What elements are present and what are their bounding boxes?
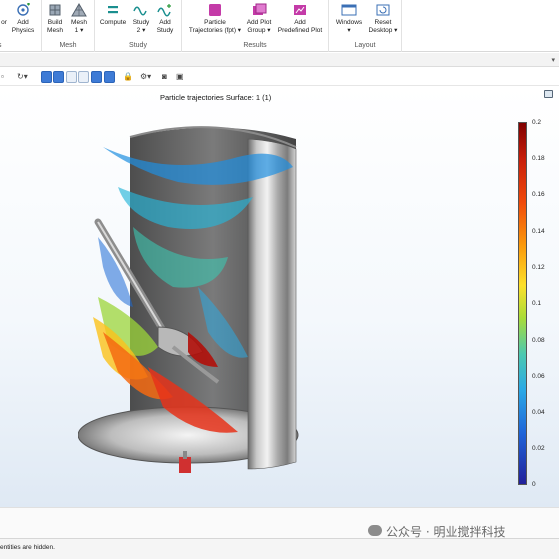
build-mesh-icon xyxy=(49,4,61,16)
reset-label-2: Desktop ▾ xyxy=(368,26,398,34)
group-label-mesh: Mesh xyxy=(59,42,77,49)
graphics-toolbar: ▫ ↻▾ 🔒 ⚙▾ ◙ ▣ xyxy=(0,68,559,86)
build-mesh-button[interactable]: Build Mesh xyxy=(45,3,65,34)
build-mesh-label-1: Build xyxy=(47,19,63,26)
apg-label-1: Add Plot xyxy=(246,19,272,26)
rotate-left-icon[interactable]: ▫ xyxy=(1,71,4,83)
lock-icon[interactable]: 🔒 xyxy=(123,71,133,83)
study-wave-icon xyxy=(133,6,147,16)
app-label-2: Predefined Plot xyxy=(277,26,323,34)
group-label-study: Study xyxy=(129,42,147,49)
add-physics-button[interactable]: Add Physics xyxy=(11,3,35,34)
ribbon-group-study: Compute Study 2 ▾ Add Study Study xyxy=(95,0,182,52)
image-snapshot-icon[interactable]: ▣ xyxy=(176,71,184,83)
build-mesh-label-2: Mesh xyxy=(47,26,63,34)
ribbon-group-physics: or s Add Physics xyxy=(0,0,42,52)
app-label-1: Add xyxy=(294,19,306,26)
chevron-down-icon[interactable]: ▾ xyxy=(551,56,555,64)
ribbon-group-results: Particle Trajectories (fpt) ▾ Add Plot G… xyxy=(182,0,329,52)
reset-desktop-button[interactable]: Reset Desktop ▾ xyxy=(367,3,399,34)
apg-label-2: Group ▾ xyxy=(247,26,271,34)
status-bar: entities are hidden. xyxy=(0,538,559,559)
mesh-triangle-icon xyxy=(71,3,87,17)
colorbar-tick: 0.02 xyxy=(532,445,545,452)
colorbar-tick: 0.08 xyxy=(532,337,545,344)
add-physics-icon xyxy=(17,3,30,16)
view-toggle-5[interactable] xyxy=(91,71,102,83)
partial-label: or xyxy=(1,19,7,26)
mesh1-button[interactable]: Mesh 1 ▾ xyxy=(69,3,89,34)
colorbar-tick: 0.12 xyxy=(532,264,545,271)
add-physics-label: Add Physics xyxy=(11,19,35,34)
reset-desktop-icon xyxy=(376,4,390,16)
view-button-3[interactable] xyxy=(66,71,77,83)
study2-label-2: 2 ▾ xyxy=(136,26,146,34)
camera-icon[interactable]: ◙ xyxy=(162,71,167,83)
graphics-window[interactable]: Particle trajectories Surface: 1 (1) 0.2… xyxy=(0,87,559,507)
reset-label-1: Reset xyxy=(374,19,392,26)
add-plot-group-icon xyxy=(253,3,267,15)
redo-icon[interactable]: ↻▾ xyxy=(17,71,28,83)
group-label-results: Results xyxy=(243,42,267,49)
add-predefined-plot-icon xyxy=(294,5,306,15)
colorbar-tick: 0.2 xyxy=(532,119,542,126)
group-label-layout: Layout xyxy=(354,42,376,49)
mesh1-label-2: 1 ▾ xyxy=(74,26,84,34)
view-toggle-1[interactable] xyxy=(41,71,52,83)
colorbar-tick: 0.18 xyxy=(532,155,545,162)
windows-icon xyxy=(341,4,357,16)
study2-label-1: Study xyxy=(132,19,150,26)
mixing-tank-render xyxy=(78,126,299,473)
add-plot-group-button[interactable]: Add Plot Group ▾ xyxy=(245,3,273,34)
add-study-label-1: Add xyxy=(159,19,171,26)
wechat-icon xyxy=(368,525,382,536)
add-study-label-2: Study xyxy=(156,26,174,34)
pt-label-1: Particle xyxy=(204,19,226,26)
add-predefined-plot-button[interactable]: Add Predefined Plot xyxy=(277,3,323,34)
pt-label-2: Trajectories (fpt) ▾ xyxy=(188,26,242,34)
print-icon[interactable] xyxy=(544,90,553,98)
windows-label-2: ▾ xyxy=(347,26,351,34)
colorbar-tick: 0 xyxy=(532,481,536,488)
study2-button[interactable]: Study 2 ▾ xyxy=(131,3,151,34)
windows-label-1: Windows xyxy=(335,19,363,26)
colorbar-tick: 0.04 xyxy=(532,409,545,416)
particle-trajectories-button[interactable]: Particle Trajectories (fpt) ▾ xyxy=(188,3,242,34)
add-study-icon xyxy=(157,4,171,17)
compute-button[interactable]: Compute xyxy=(99,3,127,27)
partial-button[interactable]: or xyxy=(0,3,10,27)
plot-title: Particle trajectories Surface: 1 (1) xyxy=(160,93,272,102)
ribbon: or s Add Physics Build Mesh Mesh 1 ▾ Mes… xyxy=(0,0,559,52)
view-button-4[interactable] xyxy=(78,71,89,83)
ribbon-group-mesh: Build Mesh Mesh 1 ▾ Mesh xyxy=(42,0,95,52)
view-toggle-2[interactable] xyxy=(53,71,64,83)
status-text: entities are hidden. xyxy=(0,544,55,551)
colorbar-tick: 0.14 xyxy=(532,228,545,235)
colorbar xyxy=(518,122,527,485)
particle-trajectories-icon xyxy=(209,4,221,16)
windows-button[interactable]: Windows ▾ xyxy=(334,3,364,34)
ribbon-group-layout: Windows ▾ Reset Desktop ▾ Layout xyxy=(329,0,402,52)
compute-label: Compute xyxy=(99,19,127,26)
mesh1-label-1: Mesh xyxy=(71,19,87,26)
partial-group-label: s xyxy=(0,42,39,49)
view-toggle-6[interactable] xyxy=(104,71,115,83)
add-study-button[interactable]: Add Study xyxy=(155,3,175,34)
gear-icon[interactable]: ⚙▾ xyxy=(140,71,151,83)
compute-icon xyxy=(108,6,118,14)
colorbar-tick: 0.1 xyxy=(532,300,542,307)
colorbar-tick: 0.06 xyxy=(532,373,545,380)
tab-strip: ▾ xyxy=(0,53,559,67)
colorbar-tick: 0.16 xyxy=(532,191,545,198)
